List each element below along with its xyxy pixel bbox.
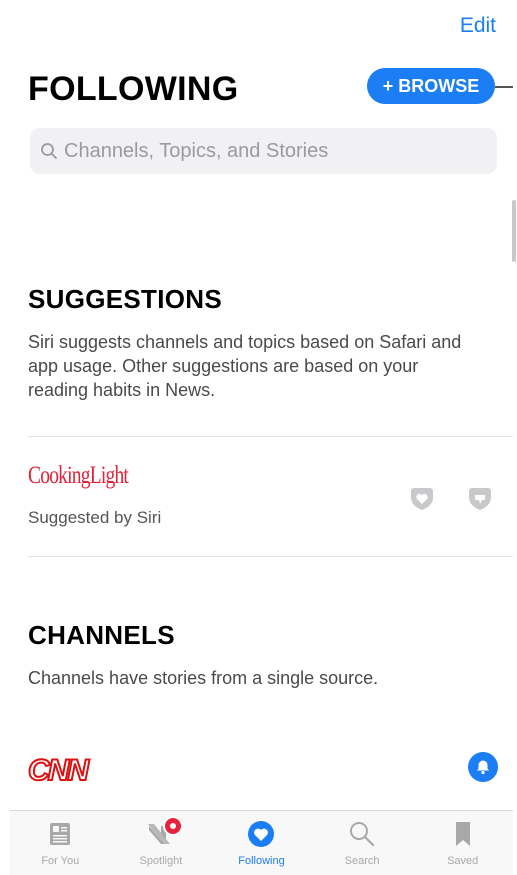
star-icon <box>169 823 176 829</box>
dislike-icon[interactable] <box>466 484 494 512</box>
notification-badge <box>162 816 183 836</box>
cooking-light-logo: CookingLight <box>28 462 129 489</box>
tab-saved[interactable]: Saved <box>412 811 513 875</box>
tab-label: For You <box>41 855 80 867</box>
page-title: FOLLOWING <box>28 70 239 108</box>
tab-label: Following <box>238 855 285 867</box>
tab-search[interactable]: Search <box>312 811 413 875</box>
suggestions-heading: SUGGESTIONS <box>28 284 222 314</box>
channels-heading: CHANNELS <box>28 620 175 650</box>
tab-spotlight[interactable]: Spotlight <box>111 811 212 875</box>
divider <box>28 436 513 437</box>
search-field[interactable]: Channels, Topics, and Stories <box>30 128 497 174</box>
bell-icon <box>477 760 489 775</box>
browse-button[interactable]: + BROWSE <box>367 68 495 104</box>
channels-description: Channels have stories from a single sour… <box>28 668 379 688</box>
following-screen: Edit FOLLOWING + BROWSE Channels, Topics… <box>10 0 516 875</box>
suggested-by-label: Suggested by Siri <box>28 508 162 527</box>
divider <box>28 556 513 557</box>
tab-label: Search <box>344 855 380 867</box>
cnn-logo: CNN <box>27 753 90 788</box>
suggestions-description: Siri suggests channels and topics based … <box>28 332 462 400</box>
search-icon <box>350 822 375 847</box>
tab-label: Spotlight <box>139 855 183 867</box>
pointer-line <box>495 86 513 88</box>
tab-label: Saved <box>447 855 479 867</box>
tab-for-you[interactable]: For You <box>10 811 111 875</box>
tab-bar: For You Spotlight Following Search Saved <box>10 810 513 875</box>
edit-button[interactable]: Edit <box>460 14 496 38</box>
notification-bell-button[interactable] <box>468 752 498 782</box>
search-placeholder: Channels, Topics, and Stories <box>64 139 329 162</box>
magnifier-icon <box>41 143 57 159</box>
following-icon <box>248 821 275 847</box>
browse-button-label: + BROWSE <box>382 75 480 96</box>
heart-icon[interactable] <box>408 484 436 512</box>
bookmark-icon <box>455 822 470 846</box>
scrollbar[interactable] <box>512 200 516 262</box>
tab-following[interactable]: Following <box>211 811 312 875</box>
for-you-icon <box>50 823 71 845</box>
